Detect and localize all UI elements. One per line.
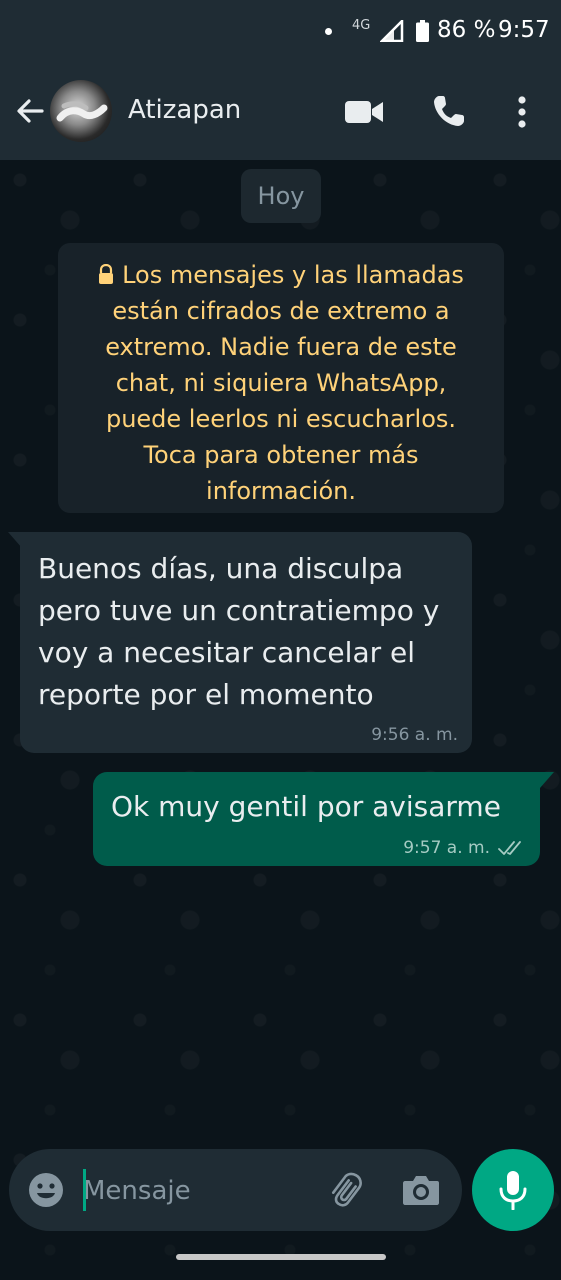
encryption-notice-text: Los mensajes y las llamadas están cifrad… — [82, 257, 480, 509]
avatar-image — [56, 101, 108, 122]
signal-icon — [380, 20, 404, 42]
microphone-icon — [499, 1171, 527, 1210]
status-bar: 4G 86 % 9:57 — [0, 0, 561, 66]
clock: 9:57 — [498, 17, 550, 43]
outgoing-bubble-tail — [540, 772, 554, 788]
gesture-nav-handle[interactable] — [176, 1254, 386, 1260]
voice-message-button[interactable] — [472, 1149, 554, 1231]
emoji-icon[interactable] — [28, 1172, 64, 1208]
attach-icon[interactable] — [326, 1171, 364, 1209]
date-chip: Hoy — [241, 169, 321, 223]
message-input[interactable] — [83, 1169, 303, 1213]
more-options-icon[interactable] — [512, 94, 532, 130]
video-call-icon[interactable] — [345, 99, 383, 125]
lock-icon — [99, 264, 114, 284]
notification-dot — [325, 28, 332, 35]
camera-icon[interactable] — [402, 1172, 440, 1206]
double-check-icon — [498, 841, 521, 855]
avatar[interactable] — [50, 80, 112, 142]
text-caret — [83, 1169, 86, 1211]
network-type: 4G — [352, 18, 371, 33]
message-time: 9:56 a. m. — [371, 725, 458, 745]
battery-level: 86 % — [437, 17, 496, 43]
contact-name[interactable]: Atizapan — [128, 95, 241, 125]
voice-call-icon[interactable] — [432, 94, 466, 128]
message-bubble-outgoing[interactable]: Ok muy gentil por avisarme 9:57 a. m. — [93, 772, 540, 866]
back-arrow-icon[interactable] — [14, 95, 46, 127]
battery-icon — [416, 20, 429, 42]
message-composer — [9, 1149, 462, 1231]
encryption-notice[interactable]: Los mensajes y las llamadas están cifrad… — [58, 243, 504, 513]
chat-header: Atizapan — [0, 66, 561, 160]
encryption-notice-label: Los mensajes y las llamadas están cifrad… — [105, 261, 464, 505]
message-time: 9:57 a. m. — [403, 838, 490, 858]
message-text: Ok muy gentil por avisarme — [111, 790, 501, 823]
message-text: Buenos días, una disculpa pero tuve un c… — [38, 552, 440, 711]
message-bubble-incoming[interactable]: Buenos días, una disculpa pero tuve un c… — [20, 532, 472, 753]
